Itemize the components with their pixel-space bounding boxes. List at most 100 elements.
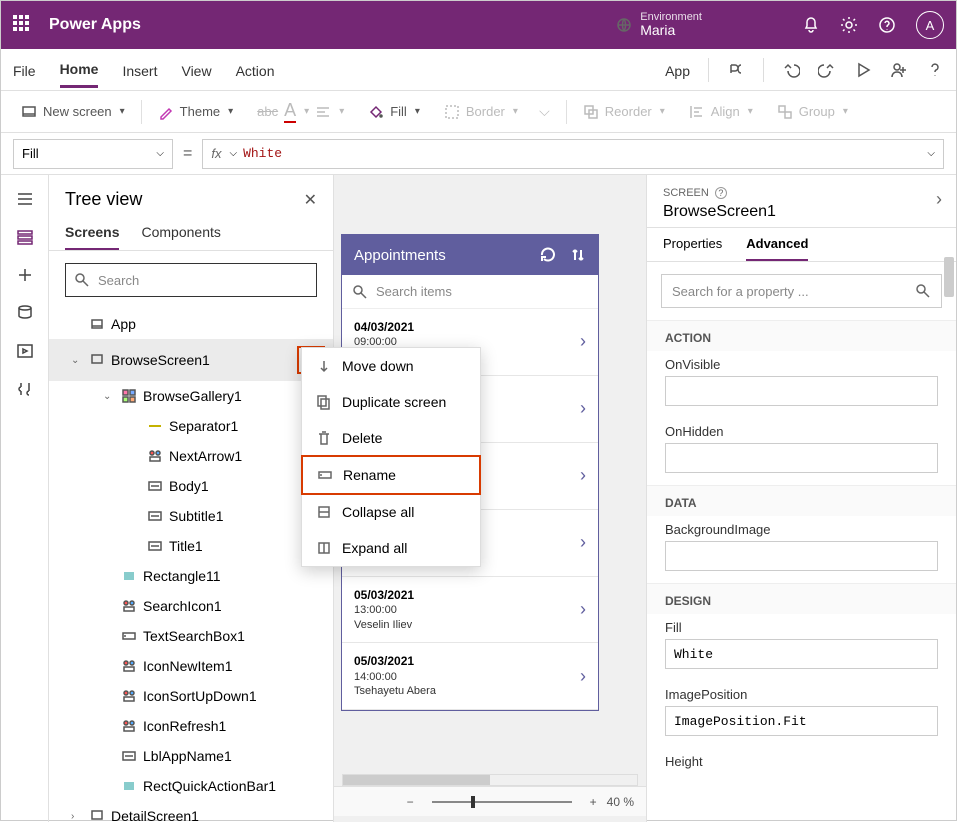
list-item[interactable]: 05/03/202113:00:00Veselin Iliev› [342,577,598,644]
phone-header: Appointments [342,235,598,275]
context-menu-item[interactable]: Move down [302,348,480,384]
zoom-bar: − + 40 % [334,786,646,816]
redo-icon[interactable] [818,61,836,79]
tree-node[interactable]: LblAppName1 [49,741,333,771]
input-imgpos[interactable]: ImagePosition.Fit [665,706,938,736]
cm-icon [316,358,332,374]
tree-node[interactable]: SearchIcon1 [49,591,333,621]
tree-search[interactable]: Search [65,263,317,297]
bell-icon[interactable] [802,16,820,34]
input-onvisible[interactable] [665,376,938,406]
tree-node-label: Subtitle1 [169,508,223,524]
close-icon[interactable]: ✕ [304,190,317,210]
tree-node[interactable]: IconSortUpDown1 [49,681,333,711]
list-item[interactable]: 05/03/202114:00:00Tsehayetu Abera› [342,643,598,710]
zoom-in[interactable]: + [590,795,597,809]
gear-icon[interactable] [840,16,858,34]
tree-node-label: TextSearchBox1 [143,628,245,644]
info-icon[interactable]: ? [715,187,727,199]
new-screen-button[interactable]: New screen▾ [13,104,133,120]
refresh-icon[interactable] [540,247,556,263]
screen-icon [89,352,105,368]
share-icon[interactable] [890,61,908,79]
app-launcher-icon[interactable] [13,15,33,35]
app-checker-icon[interactable] [727,61,745,79]
property-selector[interactable]: Fill⌵ [13,139,173,169]
tree-node[interactable]: IconRefresh1 [49,711,333,741]
align-icon [315,104,331,120]
context-menu-item[interactable]: Expand all [302,530,480,566]
tab-advanced[interactable]: Advanced [746,236,808,261]
iconctl-icon [121,598,137,614]
tab-components[interactable]: Components [141,218,220,250]
tree-node[interactable]: RectQuickActionBar1 [49,771,333,801]
help2-icon[interactable] [926,61,944,79]
tools-icon[interactable] [15,379,35,399]
play-icon[interactable] [854,61,872,79]
tab-screens[interactable]: Screens [65,218,119,250]
tree-node-label: Title1 [169,538,203,554]
menu-action[interactable]: Action [236,53,275,87]
input-onhidden[interactable] [665,443,938,473]
tree-node[interactable]: ›DetailScreen1 [49,801,333,822]
cm-icon [316,394,332,410]
menu-app[interactable]: App [665,53,690,87]
menu-home[interactable]: Home [60,51,99,88]
environment-picker[interactable]: Environment Maria [616,11,702,38]
search-icon [74,272,90,288]
phone-search[interactable]: Search items [342,275,598,309]
sort-icon[interactable] [570,247,586,263]
tree-view-icon[interactable] [15,227,35,247]
tree-node-label: SearchIcon1 [143,598,222,614]
horizontal-scrollbar[interactable] [342,774,638,786]
tree-node[interactable]: NextArrow1 [49,441,333,471]
menu-insert[interactable]: Insert [122,53,157,87]
input-bgimage[interactable] [665,541,938,571]
context-menu-item[interactable]: Collapse all [302,494,480,530]
tree-panel: Tree view ✕ Screens Components Search Ap… [49,175,334,822]
menu-file[interactable]: File [13,53,36,87]
context-menu-item[interactable]: Delete [302,420,480,456]
tree-node[interactable]: ⌄BrowseGallery1 [49,381,333,411]
border-button: Border▾ ⌵ [436,103,558,120]
avatar[interactable]: A [916,11,944,39]
hamburger-icon[interactable] [15,189,35,209]
tree-node[interactable]: Rectangle11 [49,561,333,591]
data-icon[interactable] [15,303,35,323]
undo-icon[interactable] [782,61,800,79]
tree-node[interactable]: Subtitle1 [49,501,333,531]
menu-view[interactable]: View [181,53,211,87]
tree-node[interactable]: ⌄BrowseScreen1⋯ [49,339,333,381]
props-scrollbar[interactable] [944,257,954,816]
tree-node[interactable]: App [49,309,333,339]
context-menu-item[interactable]: Rename [301,455,481,495]
search-icon [915,283,931,299]
element-name: BrowseScreen1 [663,203,940,221]
fill-button[interactable]: Fill▾ [360,104,428,120]
theme-button[interactable]: Theme▾ [150,104,242,120]
tree-node[interactable]: TextSearchBox1 [49,621,333,651]
tree-node[interactable]: IconNewItem1 [49,651,333,681]
props-search[interactable]: Search for a property ... [661,274,942,308]
chevron-right-icon[interactable]: › [936,189,942,210]
tree-node[interactable]: Title1 [49,531,333,561]
label-icon [147,508,163,524]
help-icon[interactable] [878,16,896,34]
input-fill[interactable]: White [665,639,938,669]
label-bgimage: BackgroundImage [665,522,938,537]
media-icon[interactable] [15,341,35,361]
ribbon: New screen▾ Theme▾ abc A▾ ▾ Fill▾ Border… [1,91,956,133]
zoom-slider[interactable] [432,801,572,803]
tree-node[interactable]: Body1 [49,471,333,501]
theme-icon [158,104,174,120]
tree-node[interactable]: Separator1 [49,411,333,441]
chevron-right-icon: › [580,599,586,620]
rect-icon [121,778,137,794]
insert-icon[interactable] [15,265,35,285]
search-icon [352,284,368,300]
zoom-out[interactable]: − [407,795,414,809]
formula-input[interactable]: fx⌵ White ⌵ [202,139,944,169]
context-menu-item[interactable]: Duplicate screen [302,384,480,420]
tab-properties[interactable]: Properties [663,236,722,261]
cm-icon [316,430,332,446]
